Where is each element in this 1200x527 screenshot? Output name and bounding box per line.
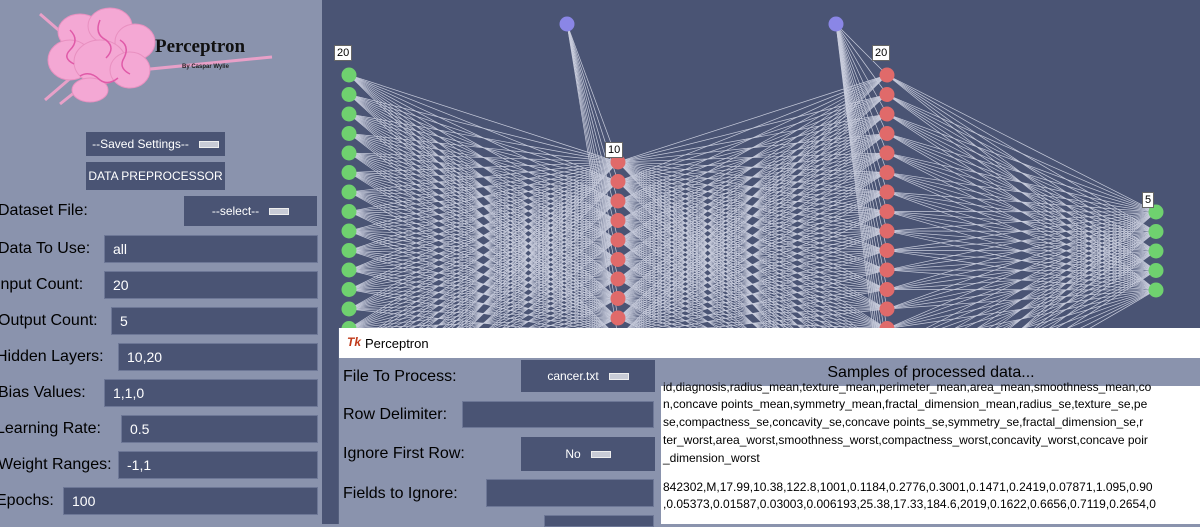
neuron-node (341, 301, 357, 317)
ignore-first-row-value: No (565, 447, 581, 461)
neuron-node (1148, 224, 1164, 239)
neuron-node (341, 243, 357, 258)
fields-to-ignore-label: Fields to Ignore: (343, 485, 458, 502)
neuron-node (341, 282, 357, 297)
partial-field-input[interactable] (544, 515, 654, 527)
output-count-input[interactable]: 5 (111, 307, 318, 335)
logo-title: Perceptron (155, 36, 246, 57)
neuron-node (879, 204, 895, 219)
dataset-file-label: Dataset File: (0, 202, 88, 219)
neuron-node (341, 145, 357, 161)
sample-line: id,diagnosis,radius_mean,texture_mean,pe… (663, 380, 1152, 394)
ignore-first-row-dropdown[interactable]: No (521, 437, 655, 471)
neuron-node (610, 310, 626, 326)
epochs-label: Epochs: (0, 492, 54, 509)
neuron-node (1148, 263, 1164, 278)
window-title: Perceptron (365, 336, 429, 351)
neuron-node (879, 67, 895, 83)
neuron-node (610, 291, 626, 306)
row-delimiter-input[interactable] (462, 401, 654, 428)
neuron-node (610, 174, 626, 189)
neuron-node (610, 252, 626, 267)
data-to-use-input[interactable]: all (104, 235, 318, 263)
neuron-node (879, 87, 895, 102)
neuron-node (341, 87, 357, 102)
saved-settings-dropdown[interactable]: --Saved Settings-- (85, 131, 226, 157)
window-titlebar: Tk Perceptron (339, 328, 1200, 358)
preprocessor-window: Tk Perceptron File To Process: cancer.tx… (338, 328, 1200, 527)
row-delimiter-label: Row Delimiter: (343, 406, 448, 423)
data-to-use-label: Data To Use: (0, 240, 91, 257)
ignore-first-row-label: Ignore First Row: (343, 445, 465, 462)
saved-settings-label: --Saved Settings-- (92, 137, 189, 151)
neuron-node (1148, 282, 1164, 298)
neuron-node (879, 145, 895, 161)
input-count-label: Input Count: (0, 276, 84, 293)
neuron-node (341, 204, 357, 219)
neuron-node (341, 223, 357, 239)
samples-panel: Samples of processed data... id,diagnosi… (661, 360, 1200, 524)
sample-line: 842302,M,17.99,10.38,122.8,1001,0.1184,0… (663, 480, 1153, 494)
sample-line: ter_worst,area_worst,smoothness_worst,co… (663, 433, 1148, 447)
logo-subtitle: By Caspar Wylie (182, 64, 229, 70)
weight-ranges-input[interactable]: -1,1 (118, 451, 318, 479)
layer-label-input: 20 (334, 45, 353, 61)
neuron-node (879, 184, 895, 200)
file-to-process-dropdown[interactable]: cancer.txt (521, 360, 655, 392)
sample-line: ,0.05373,0.01587,0.03003,0.006193,25.38,… (663, 497, 1156, 511)
tk-feather-icon: Tk (347, 335, 362, 349)
weight-ranges-label: Weight Ranges: (0, 456, 112, 473)
neuron-node (341, 106, 357, 122)
hidden-layers-label: Hidden Layers: (0, 348, 104, 365)
dataset-file-dropdown[interactable]: --select-- (183, 195, 318, 227)
dataset-file-value: --select-- (211, 204, 260, 218)
dropdown-indicator-icon (590, 450, 611, 458)
neuron-node (341, 126, 357, 141)
neuron-node (610, 232, 626, 248)
fields-to-ignore-input[interactable] (486, 479, 654, 507)
neuron-node (879, 262, 895, 278)
neuron-node (610, 193, 626, 209)
layer-label-hidden-1: 10 (605, 142, 624, 158)
file-to-process-label: File To Process: (343, 368, 457, 385)
neuron-node (879, 223, 895, 239)
data-preprocessor-label: DATA PREPROCESSOR (88, 169, 223, 183)
settings-panel: Perceptron By Caspar Wylie --Saved Setti… (0, 0, 322, 524)
sample-line: _dimension_worst (663, 451, 760, 465)
neuron-node (879, 301, 895, 317)
neuron-node (1148, 243, 1164, 259)
dropdown-indicator-icon (269, 207, 290, 215)
neuron-node (341, 67, 357, 83)
epochs-input[interactable]: 100 (63, 487, 318, 515)
bias-node (559, 16, 575, 32)
hidden-layers-input[interactable]: 10,20 (118, 343, 318, 371)
neuron-node (879, 282, 895, 297)
dropdown-indicator-icon (608, 372, 629, 380)
file-to-process-value: cancer.txt (547, 369, 599, 383)
neuron-node (879, 243, 895, 258)
neuron-node (341, 184, 357, 200)
neuron-node (879, 126, 895, 141)
bias-values-label: Bias Values: (0, 384, 86, 401)
learning-rate-label: Learning Rate: (0, 420, 101, 437)
bias-node (828, 16, 844, 32)
neuron-node (341, 262, 357, 278)
learning-rate-input[interactable]: 0.5 (121, 415, 318, 443)
dropdown-indicator-icon (198, 140, 219, 148)
neuron-node (879, 106, 895, 122)
layer-label-output: 5 (1142, 192, 1155, 208)
neuron-node (879, 165, 895, 180)
sample-line: n,concave points_mean,symmetry_mean,frac… (663, 397, 1148, 411)
neuron-node (341, 165, 357, 180)
output-count-label: Output Count: (0, 312, 98, 329)
neuron-node (610, 213, 626, 228)
layer-label-hidden-2: 20 (872, 45, 891, 61)
bias-values-input[interactable]: 1,1,0 (104, 379, 318, 407)
neuron-node (610, 271, 626, 287)
data-preprocessor-button[interactable]: DATA PREPROCESSOR (85, 161, 226, 191)
input-count-input[interactable]: 20 (104, 271, 318, 299)
sample-line: se,compactness_se,concavity_se,concave p… (663, 415, 1144, 429)
